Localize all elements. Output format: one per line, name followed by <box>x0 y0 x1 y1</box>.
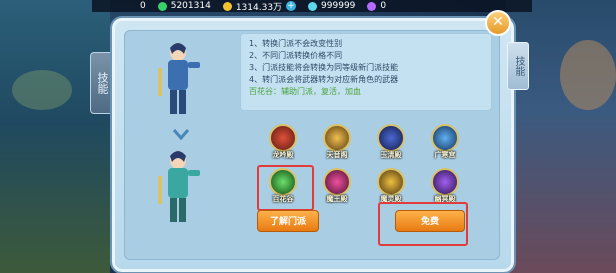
selected-sect-highlight <box>257 165 314 211</box>
sect-name: 玉清殿 <box>380 151 402 159</box>
chevron-down-icon <box>173 129 189 140</box>
sect-option-2[interactable]: 天音阁 <box>314 124 360 164</box>
resource-stat-3: 1314.33万 + <box>222 0 297 13</box>
close-icon: ✕ <box>492 14 504 30</box>
sect-option-6[interactable]: 魔王殿 <box>314 168 360 208</box>
background-scenery-left <box>0 0 110 273</box>
stat-value-2: 5201314 <box>170 1 211 11</box>
resource-stat-5: 0 <box>367 1 386 11</box>
leaf-icon <box>157 1 167 11</box>
resource-stat-4: 999999 <box>308 1 355 11</box>
stat-value-3: 1314.33万 <box>235 2 283 13</box>
current-character-portrait <box>158 43 200 114</box>
sect-option-1[interactable]: 龙吟殿 <box>260 124 306 164</box>
skill-tab[interactable]: 技能 <box>507 42 529 90</box>
sect-emblem-icon <box>377 168 405 196</box>
stat-value-4: 999999 <box>321 1 356 11</box>
free-change-button[interactable]: 免费 <box>395 210 465 232</box>
target-character-portrait <box>158 151 200 222</box>
sect-emblem-icon <box>431 124 459 152</box>
sect-name: 龙吟殿 <box>272 151 294 159</box>
add-coin-button[interactable]: + <box>286 1 297 11</box>
sect-name: 广寒宫 <box>434 151 456 159</box>
sect-emblem-icon <box>269 124 297 152</box>
background-scenery-right <box>506 0 616 273</box>
sect-emblem-icon <box>431 168 459 196</box>
stat-value-5: 0 <box>380 1 387 11</box>
sect-emblem-icon <box>377 124 405 152</box>
skill-tab-label: 技能 <box>513 56 524 76</box>
rule-line-4: 4、转门派会将武器转为对应新角色的武器 <box>249 75 399 84</box>
sect-option-4[interactable]: 广寒宫 <box>422 124 468 164</box>
coin-icon <box>222 1 232 11</box>
diamond-icon <box>308 1 318 11</box>
sect-change-rules: 1、转换门派不会改变性别 2、不同门派转换价格不同 3、门派技能将会转换为同等级… <box>240 33 492 111</box>
rule-line-2: 2、不同门派转换价格不同 <box>249 51 343 60</box>
sect-emblem-icon <box>323 124 351 152</box>
background-building <box>560 40 616 110</box>
background-tree <box>12 70 72 110</box>
close-button[interactable]: ✕ <box>485 10 511 36</box>
character-preview-column <box>128 32 238 256</box>
side-tab-label: 技能 <box>96 72 109 94</box>
resource-stat-1: 0 <box>140 1 146 11</box>
resource-stat-2: 5201314 <box>157 1 211 11</box>
stat-value-1: 0 <box>140 1 146 11</box>
gem-icon <box>367 1 377 11</box>
learn-sect-button[interactable]: 了解门派 <box>257 210 319 232</box>
rule-line-3: 3、门派技能将会转换为同等级新门派技能 <box>249 63 399 72</box>
sect-name: 天音阁 <box>326 151 348 159</box>
rule-line-1: 1、转换门派不会改变性别 <box>249 39 343 48</box>
sect-emblem-icon <box>323 168 351 196</box>
resource-bar: 0 5201314 1314.33万 + 999999 0 <box>92 0 532 13</box>
sect-option-3[interactable]: 玉清殿 <box>368 124 414 164</box>
selected-sect-description: 百花谷：辅助门派，复活，加血 <box>249 87 361 96</box>
side-tab-skills[interactable]: 技能 <box>90 52 114 114</box>
sect-name: 魔王殿 <box>326 195 348 203</box>
